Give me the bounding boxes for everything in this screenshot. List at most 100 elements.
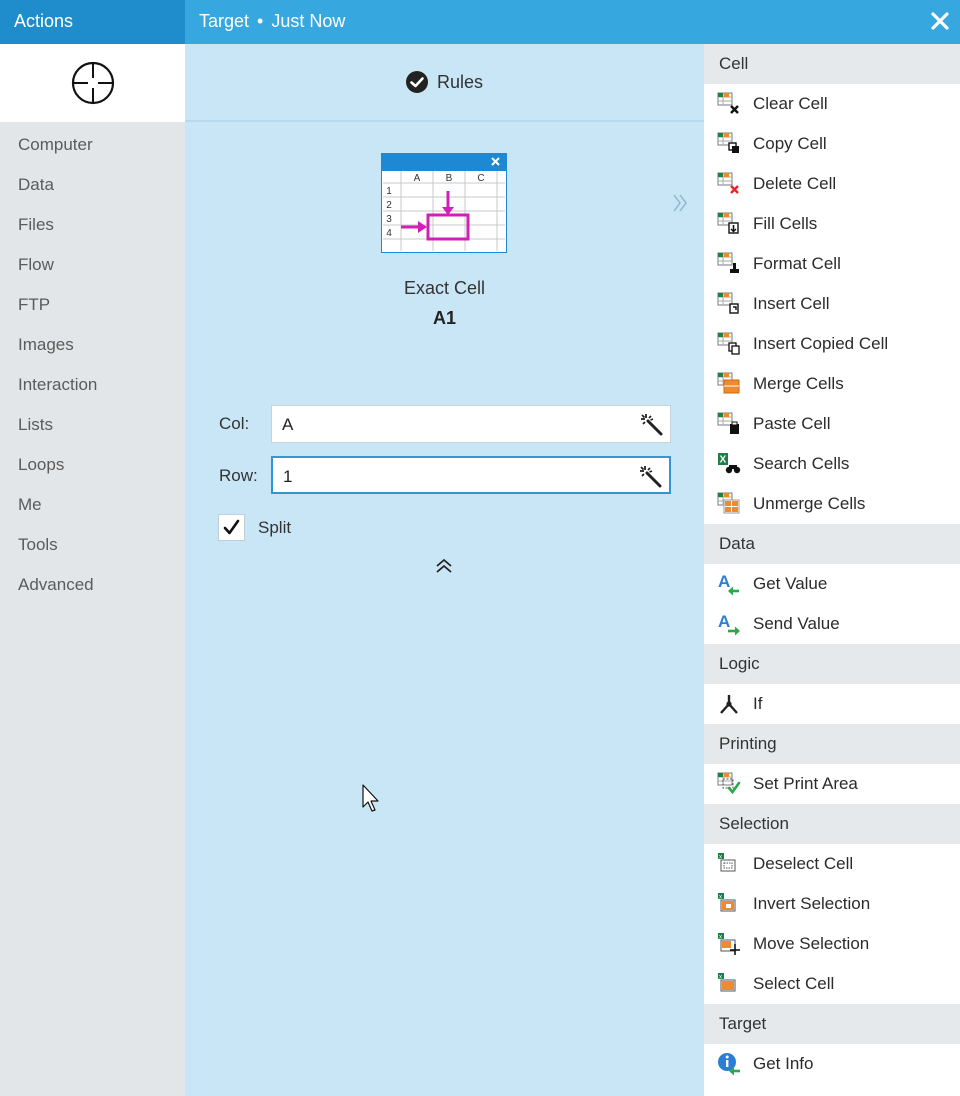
svg-text:X: X bbox=[720, 455, 727, 466]
category-flow[interactable]: Flow bbox=[0, 242, 185, 282]
action-label: Copy Cell bbox=[753, 134, 827, 153]
action-insert-copied-cell[interactable]: Insert Copied Cell bbox=[704, 324, 960, 364]
action-get-info[interactable]: Get Info bbox=[704, 1044, 960, 1084]
action-search-cells[interactable]: X Search Cells bbox=[704, 444, 960, 484]
action-label: Select Cell bbox=[753, 974, 835, 993]
split-label: Split bbox=[258, 518, 292, 537]
row-header-1: 1 bbox=[386, 186, 392, 197]
category-computer[interactable]: Computer bbox=[0, 122, 185, 162]
target-label: Target bbox=[199, 11, 250, 31]
action-label: Insert Cell bbox=[753, 294, 830, 313]
deselect-cell-icon: x bbox=[718, 853, 736, 872]
actions-header: Actions bbox=[0, 0, 185, 44]
action-deselect-cell[interactable]: x Deselect Cell bbox=[704, 844, 960, 884]
row-header-4: 4 bbox=[386, 228, 392, 239]
target-selector[interactable] bbox=[0, 44, 185, 122]
action-label: Paste Cell bbox=[753, 414, 831, 433]
action-label: Get Value bbox=[753, 574, 828, 593]
category-interaction[interactable]: Interaction bbox=[0, 362, 185, 402]
close-icon[interactable] bbox=[930, 11, 950, 31]
copy-cell-icon bbox=[717, 132, 739, 153]
action-fill-cells[interactable]: Fill Cells bbox=[704, 204, 960, 244]
action-label: Get Info bbox=[753, 1054, 814, 1073]
row-field[interactable]: 1 bbox=[271, 456, 671, 494]
action-move-selection[interactable]: x Move Selection bbox=[704, 924, 960, 964]
double-chevron-right-icon[interactable] bbox=[671, 192, 689, 214]
category-list: Computer Data Files Flow FTP Images Interactio… bbox=[0, 122, 185, 602]
col-field[interactable]: A bbox=[271, 405, 671, 443]
action-label: Unmerge Cells bbox=[753, 494, 866, 513]
merge-cells-icon bbox=[717, 372, 740, 394]
section-header-selection: Selection bbox=[704, 804, 960, 844]
action-send-value[interactable]: A Send Value bbox=[704, 604, 960, 644]
row-value: 1 bbox=[283, 467, 293, 486]
select-cell-icon: x bbox=[718, 973, 736, 992]
mouse-pointer-icon bbox=[362, 784, 379, 812]
action-label: If bbox=[753, 694, 763, 713]
action-delete-cell[interactable]: Delete Cell bbox=[704, 164, 960, 204]
paste-cell-icon bbox=[717, 412, 739, 434]
category-lists[interactable]: Lists bbox=[0, 402, 185, 442]
exact-cell-illustration: A B C 1 2 3 4 bbox=[381, 153, 507, 253]
action-label: Insert Copied Cell bbox=[753, 334, 889, 353]
category-images[interactable]: Images bbox=[0, 322, 185, 362]
title-bar: Target • Just Now bbox=[185, 0, 960, 44]
rules-button[interactable]: Rules bbox=[185, 44, 704, 122]
section-header-target: Target bbox=[704, 1004, 960, 1044]
column-header-c: C bbox=[477, 173, 484, 184]
action-label: Set Print Area bbox=[753, 774, 858, 793]
category-me[interactable]: Me bbox=[0, 482, 185, 522]
action-select-cell[interactable]: x Select Cell bbox=[704, 964, 960, 1004]
action-label: Invert Selection bbox=[753, 894, 871, 913]
action-label: Move Selection bbox=[753, 934, 870, 953]
action-editor: Rules A B C 1 2 3 4 Exact Cell A1 Col: A… bbox=[185, 44, 704, 1096]
section-header-data: Data bbox=[704, 524, 960, 564]
get-value-icon: A bbox=[718, 572, 739, 596]
section-header-cell: Cell bbox=[704, 44, 960, 84]
category-advanced[interactable]: Advanced bbox=[0, 562, 185, 602]
action-copy-cell[interactable]: Copy Cell bbox=[704, 124, 960, 164]
category-tools[interactable]: Tools bbox=[0, 522, 185, 562]
action-catalog: Cell Clear Cell Copy Cell Delete Cell Fill C… bbox=[704, 44, 960, 1096]
target-breadcrumb: Target • Just Now bbox=[199, 11, 345, 32]
set-print-area-icon bbox=[717, 772, 741, 795]
action-clear-cell[interactable]: Clear Cell bbox=[704, 84, 960, 124]
magic-wand-icon[interactable] bbox=[640, 413, 664, 437]
category-ftp[interactable]: FTP bbox=[0, 282, 185, 322]
section-header-logic: Logic bbox=[704, 644, 960, 684]
column-header-b: B bbox=[446, 173, 453, 184]
split-checkbox[interactable] bbox=[218, 514, 245, 541]
category-data[interactable]: Data bbox=[0, 162, 185, 202]
category-files[interactable]: Files bbox=[0, 202, 185, 242]
action-label: Format Cell bbox=[753, 254, 841, 273]
action-paste-cell[interactable]: Paste Cell bbox=[704, 404, 960, 444]
checkmark-icon bbox=[223, 519, 240, 535]
invert-selection-icon: x bbox=[718, 893, 736, 912]
category-loops[interactable]: Loops bbox=[0, 442, 185, 482]
magic-wand-icon[interactable] bbox=[639, 465, 663, 489]
action-get-value[interactable]: A Get Value bbox=[704, 564, 960, 604]
action-label: Search Cells bbox=[753, 454, 850, 473]
actions-sidebar: Actions Computer Data Files Flow FTP Images In… bbox=[0, 0, 185, 1096]
action-insert-cell[interactable]: Insert Cell bbox=[704, 284, 960, 324]
separator-dot: • bbox=[257, 11, 264, 31]
check-circle-icon bbox=[405, 71, 428, 93]
row-header-3: 3 bbox=[386, 214, 392, 225]
action-merge-cells[interactable]: Merge Cells bbox=[704, 364, 960, 404]
col-value: A bbox=[282, 415, 294, 434]
svg-text:A: A bbox=[718, 572, 730, 591]
svg-text:A: A bbox=[718, 612, 730, 631]
action-if[interactable]: If bbox=[704, 684, 960, 724]
action-label: Delete Cell bbox=[753, 174, 837, 193]
action-value: A1 bbox=[432, 308, 456, 328]
timestamp-label: Just Now bbox=[271, 11, 346, 31]
send-value-icon: A bbox=[718, 612, 740, 636]
get-info-icon bbox=[718, 1053, 740, 1076]
double-chevron-up-icon[interactable] bbox=[433, 557, 455, 575]
action-unmerge-cells[interactable]: Unmerge Cells bbox=[704, 484, 960, 524]
action-format-cell[interactable]: Format Cell bbox=[704, 244, 960, 284]
action-invert-selection[interactable]: x Invert Selection bbox=[704, 884, 960, 924]
action-set-print-area[interactable]: Set Print Area bbox=[704, 764, 960, 804]
action-label: Deselect Cell bbox=[753, 854, 854, 873]
action-label: Clear Cell bbox=[753, 94, 828, 113]
